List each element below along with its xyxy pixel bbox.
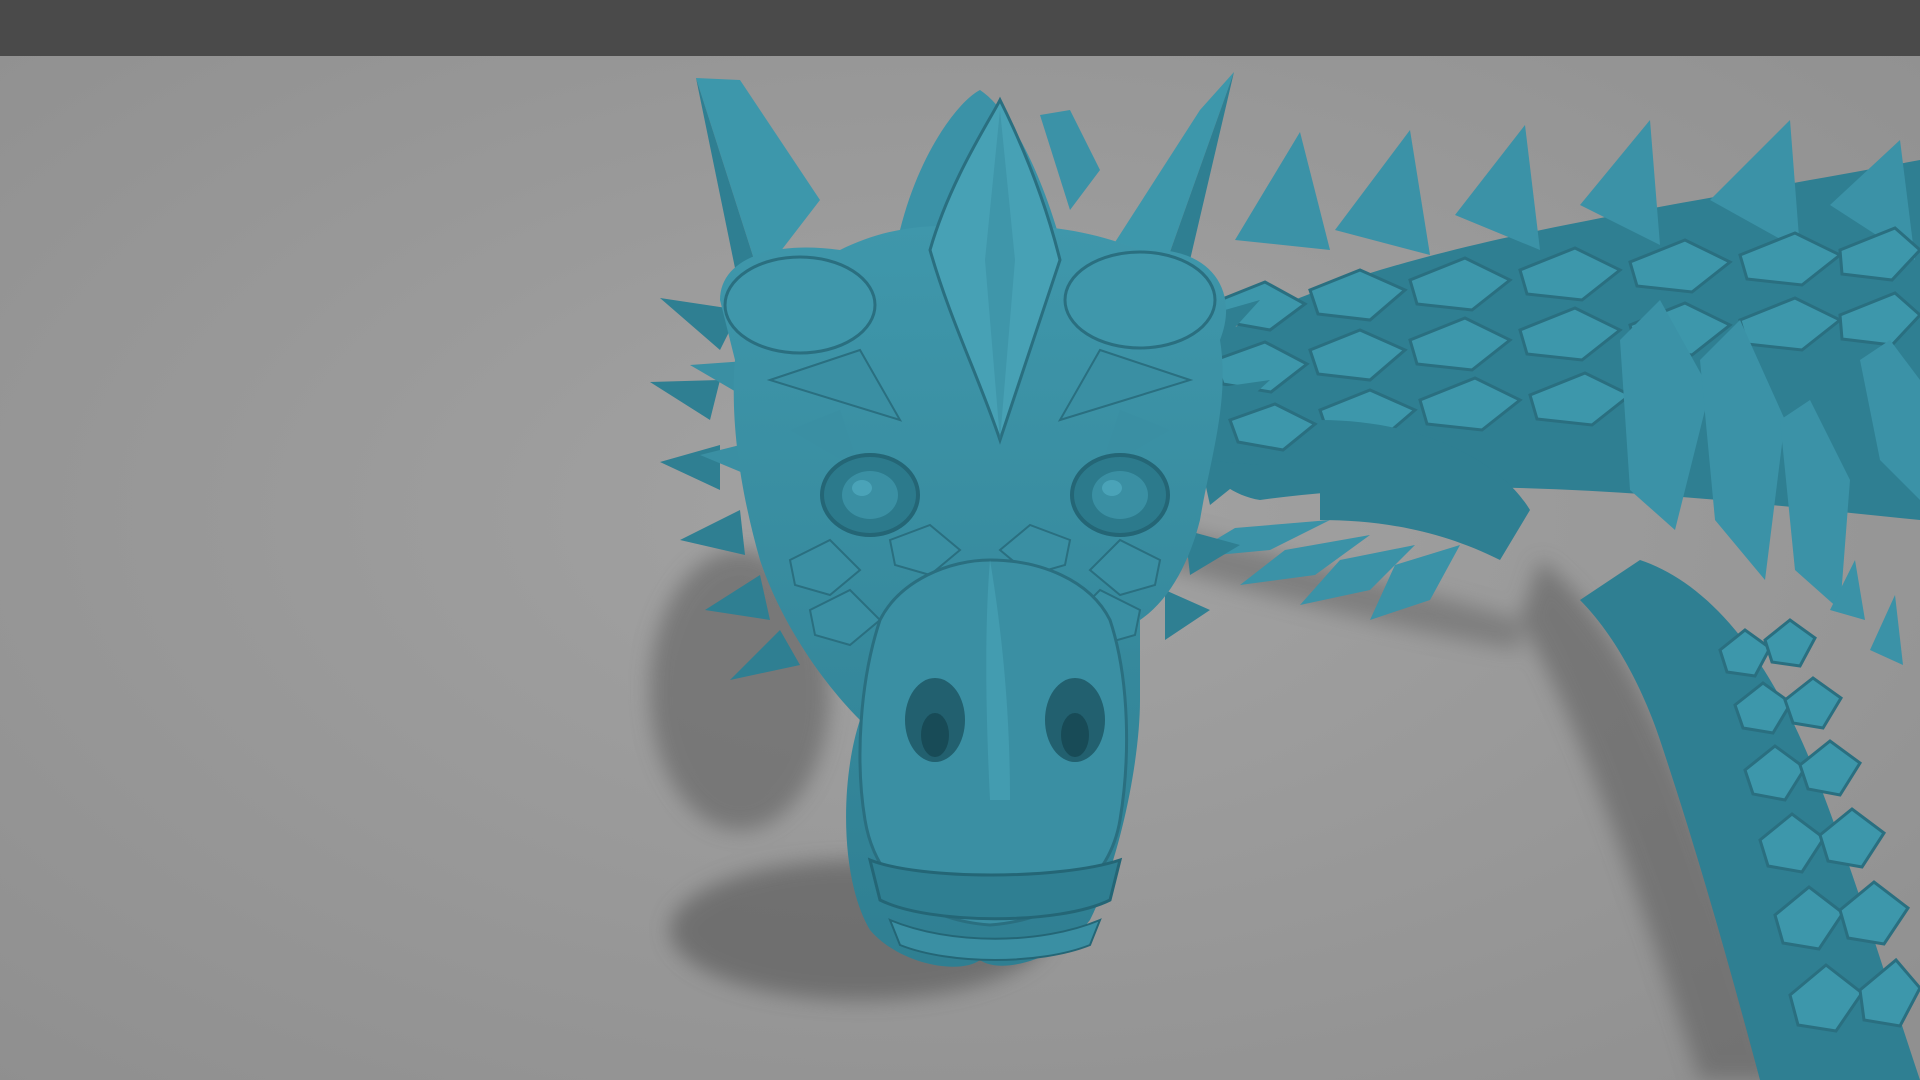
eye-left [820,453,920,537]
dragon-render [0,56,1920,1080]
viewer-window [0,0,1920,1080]
top-bar [0,0,1920,56]
viewport-3d[interactable] [0,56,1920,1080]
eye-right [1070,453,1170,537]
